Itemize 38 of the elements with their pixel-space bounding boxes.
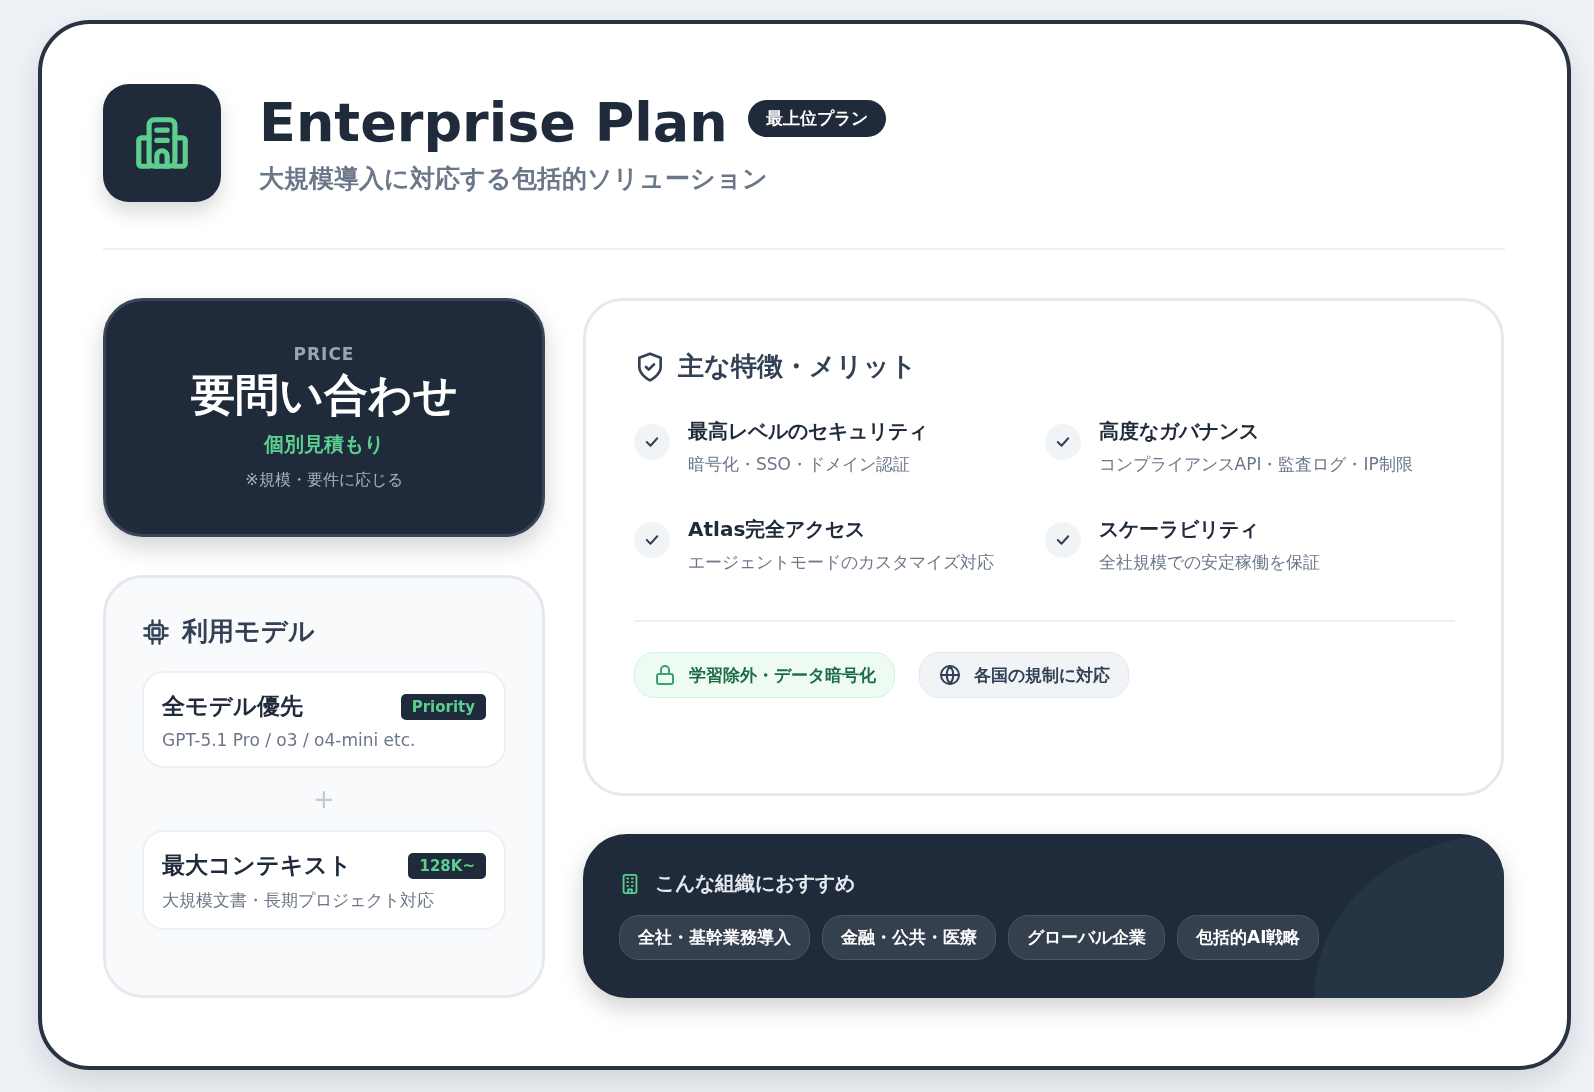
price-value: 要問い合わせ xyxy=(190,368,458,422)
feature-title: 最高レベルのセキュリティ xyxy=(688,418,928,445)
organization-tag: 包括的AI戦略 xyxy=(1177,915,1320,960)
check-icon xyxy=(1044,424,1081,460)
organization-tag: グローバル企業 xyxy=(1008,915,1165,960)
feature-title: 高度なガバナンス xyxy=(1098,418,1260,445)
feature-description: 暗号化・SSO・ドメイン認証 xyxy=(688,453,911,476)
check-icon xyxy=(634,424,670,460)
check-icon xyxy=(634,522,670,558)
plan-badge: 最上位プラン xyxy=(747,100,886,137)
feature-title: スケーラビリティ xyxy=(1098,516,1260,543)
model-tag: Priority xyxy=(400,693,486,720)
chip-icon xyxy=(142,617,170,646)
plan-subtitle: 大規模導入に対応する包括的ソリューション xyxy=(259,162,769,195)
feature-tag: 各国の規制に対応 xyxy=(919,652,1129,698)
feature-description: 全社規模での安定稼働を保証 xyxy=(1098,551,1320,574)
model-tag: 128K~ xyxy=(408,852,486,879)
check-icon xyxy=(1044,522,1081,558)
globe-icon xyxy=(938,663,962,687)
price-subnote: ※規模・要件に応じる xyxy=(245,470,403,491)
model-description: 大規模文書・長期プロジェクト対応 xyxy=(162,889,435,912)
feature-description: コンプライアンスAPI・監査ログ・IP制限 xyxy=(1098,453,1413,476)
organization-tag: 全社・基幹業務導入 xyxy=(619,915,810,960)
feature-description: エージェントモードのカスタマイズ対応 xyxy=(688,551,994,574)
plus-sign: + xyxy=(312,784,336,814)
feature-tag: 学習除外・データ暗号化 xyxy=(634,652,895,698)
recommend-title: こんな組織におすすめ xyxy=(655,870,855,897)
section-title: 主な特徴・メリット xyxy=(678,350,917,383)
organization-tag: 金融・公共・医療 xyxy=(822,915,996,960)
model-name: 全モデル優先 xyxy=(162,692,303,721)
section-title: 利用モデル xyxy=(182,615,315,648)
model-name: 最大コンテキスト xyxy=(162,851,352,880)
model-description: GPT-5.1 Pro / o3 / o4-mini etc. xyxy=(162,730,417,750)
feature-title: Atlas完全アクセス xyxy=(688,516,867,543)
price-label: PRICE xyxy=(293,344,355,364)
lock-icon xyxy=(653,663,677,687)
price-note: 個別見積もり xyxy=(264,431,384,458)
plan-title: Enterprise Plan xyxy=(259,91,728,156)
